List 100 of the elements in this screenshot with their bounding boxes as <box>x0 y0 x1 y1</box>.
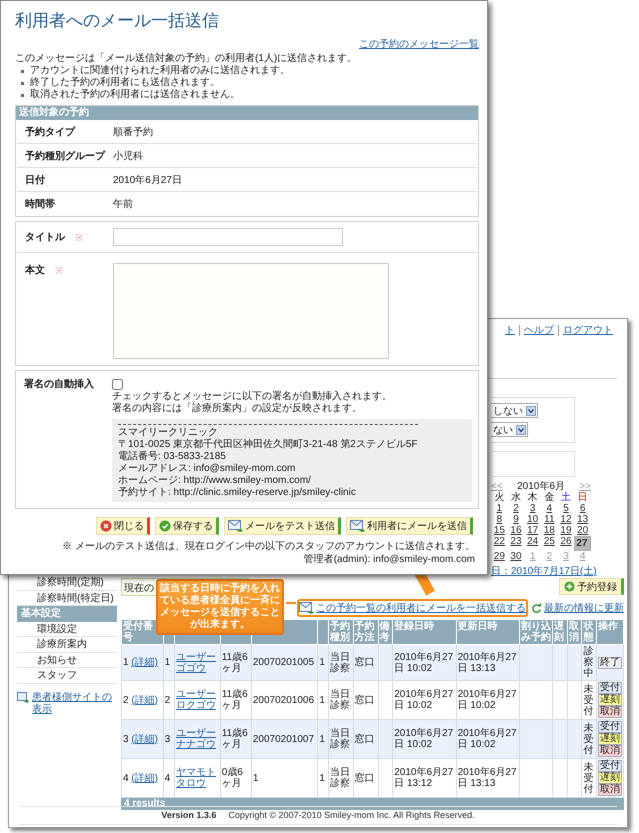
table-cell: 当日診察 <box>330 767 350 789</box>
results-bar: 4 results <box>121 798 624 810</box>
detail-link[interactable]: (詳細) <box>131 657 158 668</box>
table-cell: 2010年6月27日 10:02 <box>394 728 454 750</box>
close-button[interactable]: 閉じる <box>96 517 150 535</box>
calendar-day[interactable]: 1 <box>491 503 508 514</box>
calendar-day[interactable]: 16 <box>508 525 524 536</box>
register-button[interactable]: 予約登録 <box>559 578 624 595</box>
next-date-link[interactable]: 日：2010年7月17日(土) <box>491 564 597 578</box>
late-button[interactable]: 遅刻 <box>598 772 622 784</box>
calendar-day[interactable]: 3 <box>524 503 541 514</box>
calendar-day[interactable]: 18 <box>540 525 558 536</box>
table-cell: 2 <box>164 694 170 706</box>
calendar-day[interactable]: 9 <box>508 514 524 525</box>
dropdown-arrow-icon <box>526 406 536 416</box>
signature-checkbox[interactable] <box>112 378 123 390</box>
calendar-day[interactable]: 8 <box>491 514 508 525</box>
table-cell: 未受付 <box>583 684 594 716</box>
calendar-day[interactable]: 29 <box>491 551 508 562</box>
bulk-mail-link[interactable]: この予約一覧の利用者にメールを一括送信する <box>297 599 528 617</box>
test-send-button[interactable]: メールをテスト送信 <box>224 517 341 535</box>
nav-link[interactable]: ログアウト <box>558 325 617 336</box>
calendar-day[interactable]: 6 <box>574 503 591 514</box>
refresh-link[interactable]: 最新の情報に更新 <box>531 601 624 615</box>
calendar-day[interactable]: 20 <box>574 525 591 536</box>
calendar-day[interactable]: 26 <box>558 536 574 551</box>
accept-button[interactable]: 受付 <box>598 760 622 772</box>
table-cell: 当日診察 <box>330 728 350 750</box>
bullet-icon <box>21 94 24 96</box>
intro-text: このメッセージは「メール送信対象の予約」の利用者(1人)に送信されます。 <box>15 53 358 64</box>
note-text: アカウントに関連付けられた利用者のみに送信されます。 <box>30 65 290 76</box>
detail-link[interactable]: (詳細) <box>131 734 158 744</box>
table-cell: 2010年6月27日 10:02 <box>458 728 517 750</box>
calendar-day[interactable]: 27 <box>574 536 591 551</box>
signature-line: ホームページ: http://www.smiley-mom.com/ <box>118 475 311 487</box>
signature-line: メールアドレス: info@smiley-mom.com <box>118 463 296 475</box>
field-label: 予約タイプ <box>25 125 75 138</box>
calendar-day[interactable]: 23 <box>508 536 524 551</box>
envelope-icon <box>350 520 365 532</box>
calendar-day[interactable]: 19 <box>558 525 574 536</box>
table-cell: 3 <box>123 734 129 744</box>
calendar-day[interactable]: 10 <box>524 514 541 525</box>
field-label: タイトル <box>25 231 65 244</box>
calendar-day[interactable]: 22 <box>491 536 508 551</box>
sidebar-item[interactable]: スタッフ <box>17 668 117 684</box>
sidebar-item[interactable]: お知らせ <box>17 652 117 668</box>
calendar-day[interactable]: 17 <box>524 525 541 536</box>
table-cell: 11歳6ヶ月 <box>222 728 248 750</box>
accept-button[interactable]: 受付 <box>598 721 622 733</box>
messages-link[interactable]: この予約のメッセージ一覧 <box>359 37 479 51</box>
detail-link[interactable]: (詳細) <box>131 694 158 706</box>
column-header: 遅刻 <box>554 621 564 643</box>
cancel-button[interactable]: 取消 <box>598 706 622 718</box>
calendar-day[interactable]: 11 <box>540 514 558 525</box>
send-button[interactable]: 利用者にメールを送信 <box>346 517 473 535</box>
nav-link[interactable]: ヘルプ <box>519 325 558 336</box>
table-cell: 1 <box>319 657 325 668</box>
sidebar-item[interactable]: 環境設定 <box>17 622 117 637</box>
sidebar-item[interactable]: 診療所案内 <box>17 637 117 652</box>
column-header: 予約方法 <box>354 621 375 643</box>
calendar-day[interactable]: 25 <box>540 536 558 551</box>
column-header: 状態 <box>583 621 594 643</box>
body-textarea[interactable] <box>113 263 389 359</box>
table-cell: 2010年6月27日 13:13 <box>458 767 517 789</box>
weekday-label: 土 <box>560 492 572 503</box>
table-cell: 20070201007 <box>252 734 314 744</box>
cancel-button[interactable]: 取消 <box>598 745 622 757</box>
calendar-day[interactable]: 30 <box>508 551 524 562</box>
late-button[interactable]: 遅刻 <box>598 694 622 706</box>
title-input[interactable] <box>113 228 343 246</box>
filter-select[interactable]: ない <box>491 422 528 437</box>
envelope-icon <box>228 520 243 532</box>
site-link[interactable]: 患者様側サイトの表示 <box>17 692 117 716</box>
calendar-day[interactable]: 4 <box>540 503 558 514</box>
calendar-day[interactable]: 5 <box>558 503 574 514</box>
nav-link[interactable]: ト <box>501 325 519 336</box>
table-cell: 2010年6月27日 13:13 <box>458 652 517 674</box>
accept-button[interactable]: 受付 <box>598 682 622 694</box>
late-button[interactable]: 遅刻 <box>598 733 622 745</box>
cancel-button[interactable]: 取消 <box>598 784 622 796</box>
envelope-icon <box>299 602 314 614</box>
table-cell: 窓口 <box>354 657 375 668</box>
filter-select[interactable]: しない <box>491 403 538 418</box>
calendar-day[interactable]: 2 <box>508 503 524 514</box>
save-button[interactable]: 保存する <box>155 517 219 535</box>
callout-note: 該当する日時に予約を入れている患者様全員に一斉にメッセージを送信することが出来ます。 <box>156 579 284 635</box>
required-mark: ※ <box>75 232 83 244</box>
note-text: 取消された予約の利用者には送信されません。 <box>30 89 240 101</box>
plus-icon <box>564 581 575 592</box>
column-header: 備考 <box>380 621 390 643</box>
dropdown-arrow-icon <box>516 424 526 434</box>
calendar-day[interactable]: 12 <box>558 514 574 525</box>
detail-link[interactable]: (詳細) <box>131 772 158 784</box>
finish-button[interactable]: 終了 <box>598 656 622 668</box>
calendar-day[interactable]: 24 <box>524 536 541 551</box>
calendar-day[interactable]: 13 <box>574 514 591 525</box>
weekday-label: 日 <box>576 492 589 503</box>
weekday-label: 火 <box>493 492 506 503</box>
month-label: 2010年6月 <box>517 481 565 492</box>
calendar-day[interactable]: 15 <box>491 525 508 536</box>
